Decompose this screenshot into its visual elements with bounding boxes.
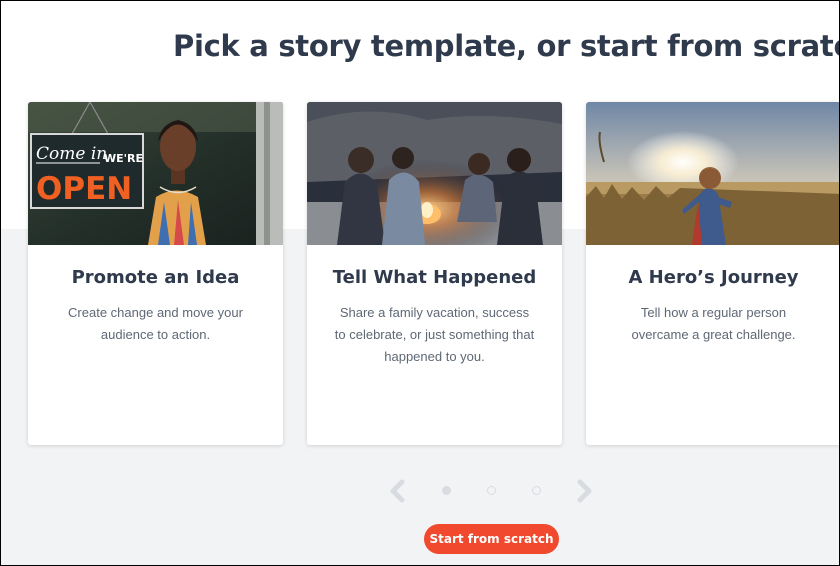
campfire-friends-image	[307, 102, 562, 245]
chevron-left-icon[interactable]	[385, 478, 411, 504]
card-description: Tell how a regular person overcame a gre…	[631, 305, 796, 342]
page-title: Pick a story template, or start from scr…	[173, 29, 840, 63]
svg-text:OPEN: OPEN	[36, 171, 132, 207]
card-description: Create change and move your audience to …	[68, 305, 243, 342]
chevron-right-icon[interactable]	[571, 478, 597, 504]
svg-text:WE'RE: WE'RE	[104, 152, 143, 165]
app-frame: Pick a story template, or start from scr…	[0, 0, 840, 566]
svg-text:Come in: Come in	[36, 144, 107, 164]
card-title: A Hero’s Journey	[628, 267, 799, 288]
template-card-heros-journey[interactable]: A Hero’s Journey Tell how a regular pers…	[586, 102, 839, 445]
store-owner-open-sign-image: Come in WE'RE OPEN	[28, 102, 283, 245]
template-card-tell-what-happened[interactable]: Tell What Happened Share a family vacati…	[307, 102, 562, 445]
carousel-dot-3[interactable]	[532, 486, 541, 495]
card-description: Share a family vacation, success to cele…	[334, 305, 535, 364]
template-card-promote-idea[interactable]: Come in WE'RE OPEN Promote an Idea Creat…	[28, 102, 283, 445]
boy-wheat-field-sunset-image	[586, 102, 839, 245]
card-title: Promote an Idea	[71, 267, 240, 288]
carousel-dot-2[interactable]	[487, 486, 496, 495]
carousel-navigation	[381, 476, 601, 506]
carousel-dot-1[interactable]	[442, 486, 451, 495]
start-from-scratch-button[interactable]: Start from scratch	[424, 524, 559, 554]
card-title: Tell What Happened	[332, 267, 537, 288]
